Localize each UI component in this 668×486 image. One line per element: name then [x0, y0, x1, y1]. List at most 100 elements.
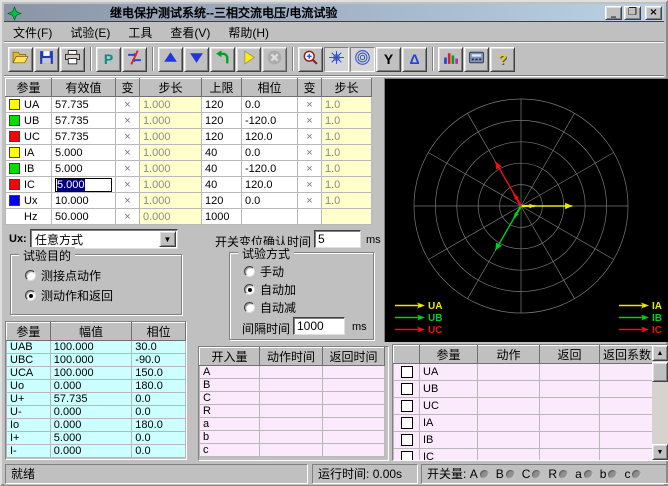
calculator-button[interactable]: [464, 47, 489, 72]
polar-button[interactable]: [350, 47, 375, 72]
step-cell[interactable]: 1.000: [140, 129, 202, 145]
undo-button[interactable]: [210, 47, 235, 72]
limit-cell[interactable]: 1000: [202, 209, 242, 225]
purpose-option-1[interactable]: 测动作和返回: [25, 287, 113, 304]
param-checkbox[interactable]: [401, 417, 413, 429]
value-cell[interactable]: 5.000: [52, 177, 116, 193]
scroll-up-button[interactable]: ▲: [652, 345, 668, 361]
step-cell[interactable]: 1.000: [140, 177, 202, 193]
purpose-option-0[interactable]: 测接点动作: [25, 267, 101, 284]
step-down-button[interactable]: [184, 47, 209, 72]
close-button[interactable]: ×: [645, 6, 662, 20]
limit-cell[interactable]: 120: [202, 97, 242, 113]
vertical-scrollbar[interactable]: ▲▼: [652, 345, 668, 460]
step2-cell[interactable]: 1.0: [322, 129, 372, 145]
value-edit-input[interactable]: 5.000: [55, 178, 112, 192]
print-button[interactable]: [60, 47, 85, 72]
phase-cell[interactable]: 0.0: [242, 145, 298, 161]
phase-cell[interactable]: 0.0: [242, 97, 298, 113]
step2-cell[interactable]: [322, 209, 372, 225]
limit-cell[interactable]: 40: [202, 161, 242, 177]
param-checkbox[interactable]: [401, 383, 413, 395]
value-cell[interactable]: 50.000: [52, 209, 116, 225]
phase-cell[interactable]: [242, 209, 298, 225]
radio-button-selected[interactable]: [244, 284, 255, 295]
step-cell[interactable]: 1.000: [140, 113, 202, 129]
phase-setting-button[interactable]: [122, 47, 147, 72]
save-button[interactable]: [34, 47, 59, 72]
radio-button[interactable]: [244, 302, 255, 313]
menu-item-3[interactable]: 查看(V): [161, 22, 219, 43]
limit-cell[interactable]: 120: [202, 113, 242, 129]
step2-cell[interactable]: 1.0: [322, 161, 372, 177]
vary2-toggle-cell[interactable]: ×: [298, 97, 322, 113]
radio-button[interactable]: [244, 266, 255, 277]
vary2-toggle-cell[interactable]: ×: [298, 145, 322, 161]
vary-toggle-cell[interactable]: ×: [116, 145, 140, 161]
start-button[interactable]: [236, 47, 261, 72]
vary-toggle-cell[interactable]: ×: [116, 193, 140, 209]
value-cell[interactable]: 5.000: [52, 145, 116, 161]
radio-button-selected[interactable]: [25, 290, 36, 301]
vary2-toggle-cell[interactable]: ×: [298, 129, 322, 145]
phase-cell[interactable]: -120.0: [242, 113, 298, 129]
step2-cell[interactable]: 1.0: [322, 97, 372, 113]
value-cell[interactable]: 57.735: [52, 97, 116, 113]
axes-button[interactable]: [324, 47, 349, 72]
mode-option-0[interactable]: 手动: [244, 263, 284, 280]
mode-option-2[interactable]: 自动减: [244, 299, 296, 316]
step2-cell[interactable]: 1.0: [322, 145, 372, 161]
limit-cell[interactable]: 40: [202, 177, 242, 193]
vary-toggle-cell[interactable]: ×: [116, 161, 140, 177]
wye-button[interactable]: Y: [376, 47, 401, 72]
mode-option-1[interactable]: 自动加: [244, 281, 296, 298]
vary2-toggle-cell[interactable]: ×: [298, 193, 322, 209]
param-checkbox[interactable]: [401, 366, 413, 378]
step-cell[interactable]: 1.000: [140, 145, 202, 161]
step2-cell[interactable]: 1.0: [322, 193, 372, 209]
limit-cell[interactable]: 40: [202, 145, 242, 161]
menu-item-1[interactable]: 试验(E): [61, 22, 119, 43]
vary2-toggle-cell[interactable]: [298, 209, 322, 225]
menu-item-2[interactable]: 工具: [119, 22, 161, 43]
param-checkbox[interactable]: [401, 451, 413, 461]
vary2-toggle-cell[interactable]: ×: [298, 177, 322, 193]
limit-cell[interactable]: 120: [202, 193, 242, 209]
vary-toggle-cell[interactable]: ×: [116, 129, 140, 145]
chevron-down-icon[interactable]: ▼: [159, 231, 176, 247]
menu-item-0[interactable]: 文件(F): [4, 22, 61, 43]
step2-cell[interactable]: 1.0: [322, 113, 372, 129]
vary-toggle-cell[interactable]: ×: [116, 177, 140, 193]
value-cell[interactable]: 5.000: [52, 161, 116, 177]
value-cell[interactable]: 10.000: [52, 193, 116, 209]
value-cell[interactable]: 57.735: [52, 129, 116, 145]
open-button[interactable]: [8, 47, 33, 72]
step-up-button[interactable]: [158, 47, 183, 72]
zoom-button[interactable]: [298, 47, 323, 72]
vary-toggle-cell[interactable]: ×: [116, 97, 140, 113]
phase-cell[interactable]: 120.0: [242, 129, 298, 145]
maximize-button[interactable]: ❐: [624, 6, 641, 20]
step2-cell[interactable]: 1.0: [322, 177, 372, 193]
step-cell[interactable]: 1.000: [140, 161, 202, 177]
vary2-toggle-cell[interactable]: ×: [298, 113, 322, 129]
phase-cell[interactable]: -120.0: [242, 161, 298, 177]
radio-button[interactable]: [25, 270, 36, 281]
step-cell[interactable]: 0.000: [140, 209, 202, 225]
vary-toggle-cell[interactable]: ×: [116, 113, 140, 129]
param-checkbox[interactable]: [401, 434, 413, 446]
scroll-down-button[interactable]: ▼: [652, 444, 668, 460]
minimize-button[interactable]: _: [605, 6, 622, 20]
limit-cell[interactable]: 120: [202, 129, 242, 145]
step-cell[interactable]: 1.000: [140, 97, 202, 113]
phase-cell[interactable]: 120.0: [242, 177, 298, 193]
value-cell[interactable]: 57.735: [52, 113, 116, 129]
vary2-toggle-cell[interactable]: ×: [298, 161, 322, 177]
p-marker-button[interactable]: P: [96, 47, 121, 72]
ux-mode-select[interactable]: 任意方式 ▼: [30, 229, 178, 249]
confirm-time-input[interactable]: 5: [314, 230, 361, 248]
scrollbar-thumb[interactable]: [652, 362, 668, 382]
step-cell[interactable]: 1.000: [140, 193, 202, 209]
interval-input[interactable]: 1000: [293, 317, 345, 335]
bar-chart-button[interactable]: [438, 47, 463, 72]
